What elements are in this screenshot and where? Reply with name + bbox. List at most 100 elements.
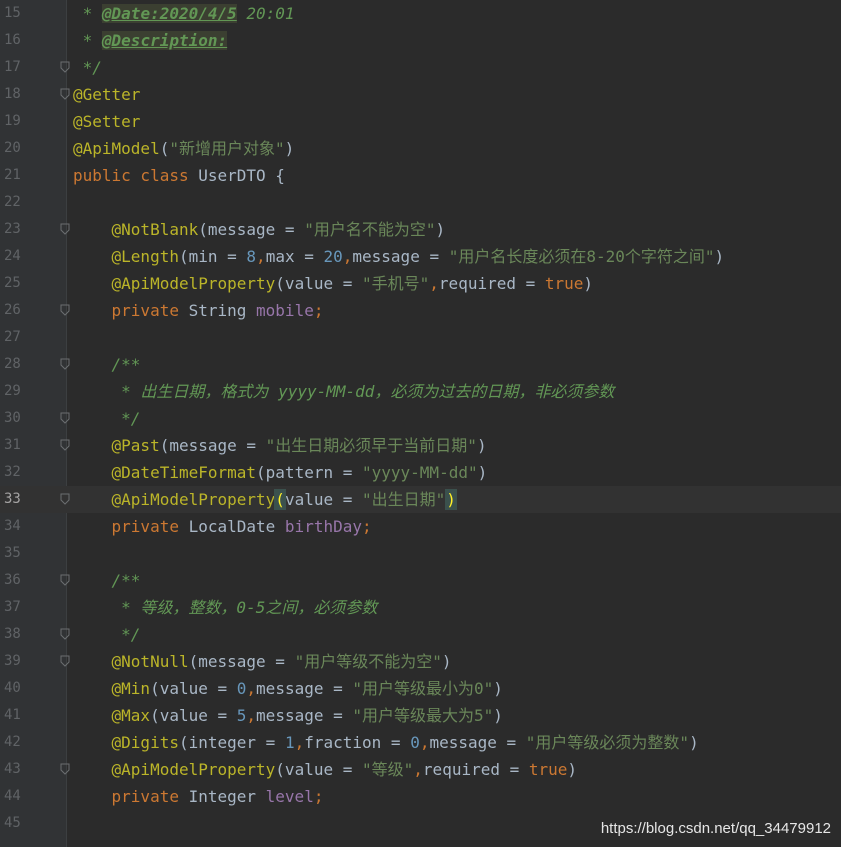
fold-marker-icon[interactable] (60, 358, 70, 370)
token-plain: ) (493, 679, 503, 698)
code-line-43[interactable]: 43 @ApiModelProperty(value = "等级",requir… (0, 756, 841, 783)
token-cmt: */ (73, 58, 102, 77)
code-line-41[interactable]: 41 @Max(value = 5,message = "用户等级最大为5") (0, 702, 841, 729)
code-line-31[interactable]: 31 @Past(message = "出生日期必须早于当前日期") (0, 432, 841, 459)
token-plain: Integer (188, 787, 266, 806)
token-brace: ) (445, 489, 457, 510)
code-text: @ApiModelProperty(value = "手机号",required… (73, 270, 594, 297)
token-kw: , (342, 247, 353, 266)
token-ann: @ApiModelProperty (111, 760, 276, 779)
code-line-21[interactable]: 21 public class UserDTO { (0, 162, 841, 189)
code-text: @ApiModelProperty(value = "等级",required … (73, 756, 578, 783)
code-line-39[interactable]: 39 @NotNull(message = "用户等级不能为空") (0, 648, 841, 675)
code-line-29[interactable]: 29 * 出生日期，格式为 yyyy-MM-dd，必须为过去的日期，非必须参数 (0, 378, 841, 405)
line-number: 16 (4, 32, 21, 48)
line-number: 43 (4, 761, 21, 777)
token-ann: @NotBlank (111, 220, 199, 239)
code-text: @ApiModelProperty(value = "出生日期") (73, 486, 457, 513)
fold-marker-icon[interactable] (60, 304, 70, 316)
code-line-27[interactable]: 27 (0, 324, 841, 351)
token-plain: ) (493, 706, 503, 725)
fold-marker-icon[interactable] (60, 574, 70, 586)
line-number: 18 (4, 86, 21, 102)
token-cmt: * (73, 4, 102, 23)
code-line-36[interactable]: 36 /** (0, 567, 841, 594)
code-line-34[interactable]: 34 private LocalDate birthDay; (0, 513, 841, 540)
fold-marker-icon[interactable] (60, 493, 70, 505)
code-line-24[interactable]: 24 @Length(min = 8,max = 20,message = "用… (0, 243, 841, 270)
token-plain: (pattern = (256, 463, 362, 482)
code-text: /** (73, 567, 141, 594)
fold-marker-icon[interactable] (60, 88, 70, 100)
token-str: "用户名长度必须在8-20个字符之间" (448, 247, 715, 266)
token-num: 8 (246, 247, 257, 266)
code-line-18[interactable]: 18 @Getter (0, 81, 841, 108)
token-plain: max = (265, 247, 324, 266)
code-line-37[interactable]: 37 * 等级，整数，0-5之间，必须参数 (0, 594, 841, 621)
code-line-16[interactable]: 16 * @Description: (0, 27, 841, 54)
fold-marker-icon[interactable] (60, 61, 70, 73)
code-text: @Getter (73, 81, 140, 108)
fold-marker-icon[interactable] (60, 628, 70, 640)
line-number: 37 (4, 599, 21, 615)
code-line-22[interactable]: 22 (0, 189, 841, 216)
code-line-30[interactable]: 30 */ (0, 405, 841, 432)
token-plain: fraction = (304, 733, 411, 752)
fold-marker-icon[interactable] (60, 763, 70, 775)
token-plain: UserDTO { (198, 166, 285, 185)
code-line-35[interactable]: 35 (0, 540, 841, 567)
token-ann: @NotNull (111, 652, 189, 671)
code-line-42[interactable]: 42 @Digits(integer = 1,fraction = 0,mess… (0, 729, 841, 756)
token-plain: message = (256, 706, 353, 725)
line-number: 21 (4, 167, 21, 183)
token-cmt: * 等级，整数，0-5之间，必须参数 (111, 598, 378, 617)
fold-marker-icon[interactable] (60, 655, 70, 667)
line-number: 33 (4, 491, 21, 507)
code-line-44[interactable]: 44 private Integer level; (0, 783, 841, 810)
line-number: 39 (4, 653, 21, 669)
token-cmt: */ (111, 625, 141, 644)
token-kw: private (111, 301, 189, 320)
code-text: * 出生日期，格式为 yyyy-MM-dd，必须为过去的日期，非必须参数 (73, 378, 614, 405)
line-number: 23 (4, 221, 21, 237)
code-line-20[interactable]: 20 @ApiModel("新增用户对象") (0, 135, 841, 162)
fold-marker-icon[interactable] (60, 223, 70, 235)
code-text: @Min(value = 0,message = "用户等级最小为0") (73, 675, 503, 702)
code-editor[interactable]: 15 * @Date:2020/4/5 20:01 16 * @Descripti… (0, 0, 841, 847)
code-text: * @Date:2020/4/5 20:01 (73, 0, 295, 27)
token-kw: , (256, 247, 266, 266)
line-number: 40 (4, 680, 21, 696)
token-kw: ; (361, 517, 372, 536)
code-line-26[interactable]: 26 private String mobile; (0, 297, 841, 324)
code-text: @NotNull(message = "用户等级不能为空") (73, 648, 452, 675)
fold-marker-icon[interactable] (60, 439, 70, 451)
code-text: private Integer level; (73, 783, 324, 810)
code-line-28[interactable]: 28 /** (0, 351, 841, 378)
token-cmt: * 出生日期，格式为 yyyy-MM-dd，必须为过去的日期，非必须参数 (111, 382, 615, 401)
line-number: 22 (4, 194, 21, 210)
code-line-25[interactable]: 25 @ApiModelProperty(value = "手机号",requi… (0, 270, 841, 297)
token-str: "用户名不能为空" (304, 220, 436, 239)
token-num: 20 (323, 247, 343, 266)
code-line-33[interactable]: 33 @ApiModelProperty(value = "出生日期") (0, 486, 841, 513)
token-plain: ) (477, 463, 488, 482)
code-line-17[interactable]: 17 */ (0, 54, 841, 81)
code-line-32[interactable]: 32 @DateTimeFormat(pattern = "yyyy-MM-dd… (0, 459, 841, 486)
code-line-15[interactable]: 15 * @Date:2020/4/5 20:01 (0, 0, 841, 27)
code-text: @NotBlank(message = "用户名不能为空") (73, 216, 446, 243)
code-line-19[interactable]: 19 @Setter (0, 108, 841, 135)
token-ann: @DateTimeFormat (111, 463, 257, 482)
code-text: */ (73, 405, 140, 432)
fold-marker-icon[interactable] (60, 412, 70, 424)
token-cmt: /** (111, 571, 141, 590)
token-ann: @Setter (73, 112, 141, 131)
token-kw: , (294, 733, 305, 752)
code-line-38[interactable]: 38 */ (0, 621, 841, 648)
token-str: "手机号" (362, 274, 430, 293)
code-line-23[interactable]: 23 @NotBlank(message = "用户名不能为空") (0, 216, 841, 243)
code-line-40[interactable]: 40 @Min(value = 0,message = "用户等级最小为0") (0, 675, 841, 702)
